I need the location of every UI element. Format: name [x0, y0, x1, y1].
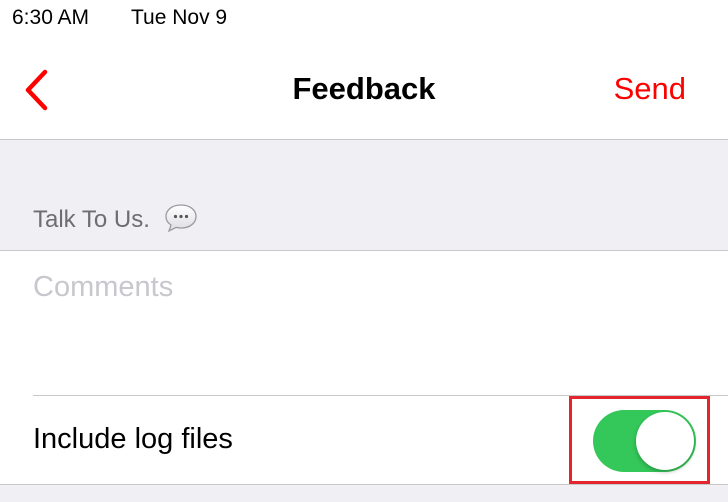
comments-input[interactable]: [33, 271, 693, 381]
status-time: 6:30 AM: [12, 6, 90, 29]
section-header-label: Talk To Us.: [33, 206, 150, 233]
comments-area: [0, 251, 728, 396]
bottom-area: [0, 484, 728, 502]
section-header: Talk To Us.: [33, 203, 198, 234]
include-log-files-row: Include log files: [0, 396, 728, 484]
send-button[interactable]: Send: [614, 71, 686, 107]
section-header-area: Talk To Us.: [0, 140, 728, 251]
include-log-files-label: Include log files: [33, 423, 233, 455]
speech-bubble-icon: [164, 203, 198, 233]
status-date: Tue Nov 9: [131, 6, 228, 29]
navigation-bar: Feedback Send: [0, 40, 728, 140]
toggle-knob: [636, 412, 694, 470]
status-bar: 6:30 AM Tue Nov 9: [0, 0, 728, 40]
include-log-files-toggle[interactable]: [593, 410, 696, 472]
